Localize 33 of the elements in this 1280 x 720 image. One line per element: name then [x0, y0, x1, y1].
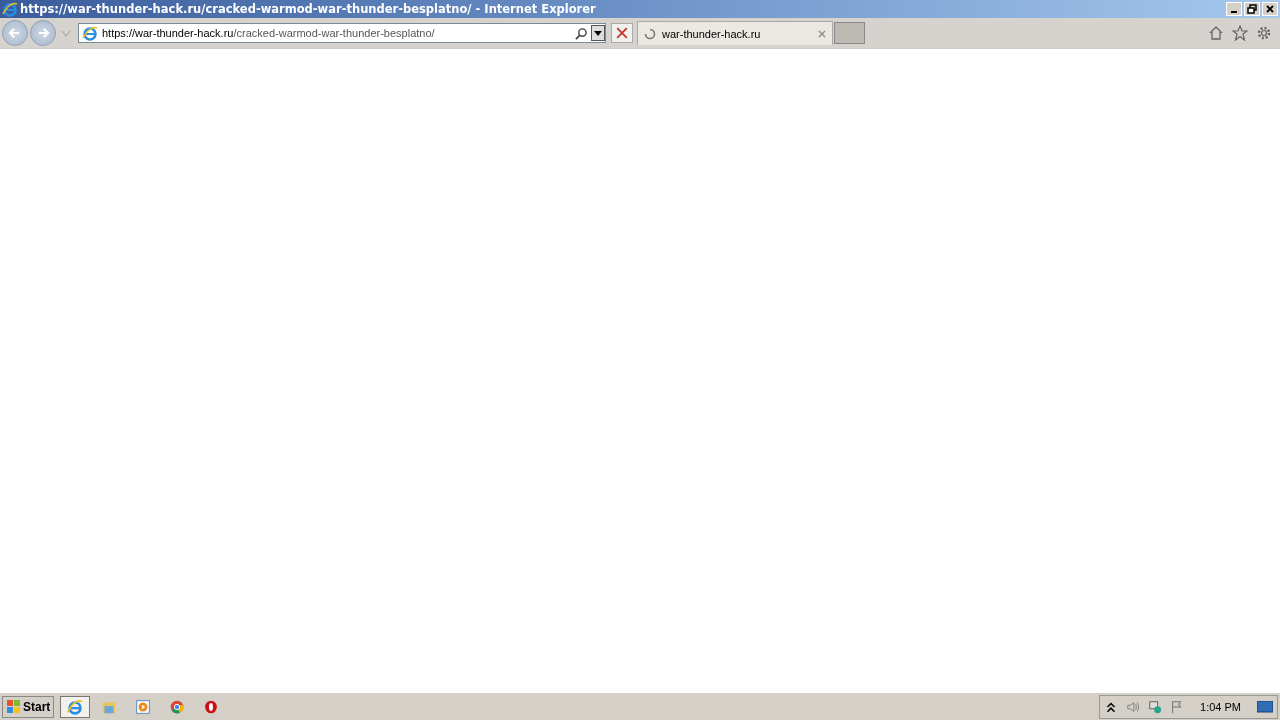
- back-button[interactable]: [2, 20, 28, 46]
- stop-button[interactable]: [611, 23, 633, 43]
- close-tab-icon[interactable]: [818, 29, 826, 38]
- browser-logo-icon: [2, 1, 18, 17]
- close-icon: [1265, 4, 1275, 14]
- minimize-icon: [1231, 11, 1237, 13]
- search-icon[interactable]: [575, 26, 588, 40]
- close-icon: [616, 27, 628, 39]
- dropdown-button[interactable]: [591, 25, 605, 41]
- show-desktop-icon[interactable]: [1257, 700, 1273, 713]
- restore-button[interactable]: [1244, 2, 1260, 16]
- clock[interactable]: 1:04 PM: [1200, 700, 1241, 713]
- home-icon[interactable]: [1208, 25, 1224, 41]
- media-player-icon: [134, 697, 153, 716]
- tab-title: war-thunder-hack.ru: [662, 27, 761, 40]
- network-icon[interactable]: [1148, 699, 1163, 714]
- close-button[interactable]: [1262, 2, 1278, 16]
- address-field[interactable]: https://war-thunder-hack.ru/cracked-warmod-war-thunder-besplatno/: [78, 23, 606, 43]
- browser-logo-icon: [66, 697, 85, 716]
- speaker-icon[interactable]: [1126, 699, 1141, 714]
- settings-icon[interactable]: [1256, 25, 1272, 41]
- forward-button[interactable]: [30, 20, 56, 46]
- browser-tab[interactable]: war-thunder-hack.ru: [637, 21, 833, 45]
- page-logo-icon: [82, 25, 98, 41]
- taskbar-button[interactable]: [60, 695, 91, 718]
- start-button[interactable]: Start: [2, 695, 55, 718]
- window-title: https://war-thunder-hack.ru/cracked-warmod-war-thunder-besplatno/ - Internet Explorer: [20, 2, 596, 16]
- minimize-button[interactable]: [1226, 2, 1242, 16]
- favorites-icon[interactable]: [1232, 25, 1248, 41]
- flag-icon[interactable]: [1170, 699, 1185, 714]
- caret-icon: [594, 30, 602, 36]
- restore-icon: [1247, 4, 1257, 14]
- windows-logo-icon: [6, 698, 22, 715]
